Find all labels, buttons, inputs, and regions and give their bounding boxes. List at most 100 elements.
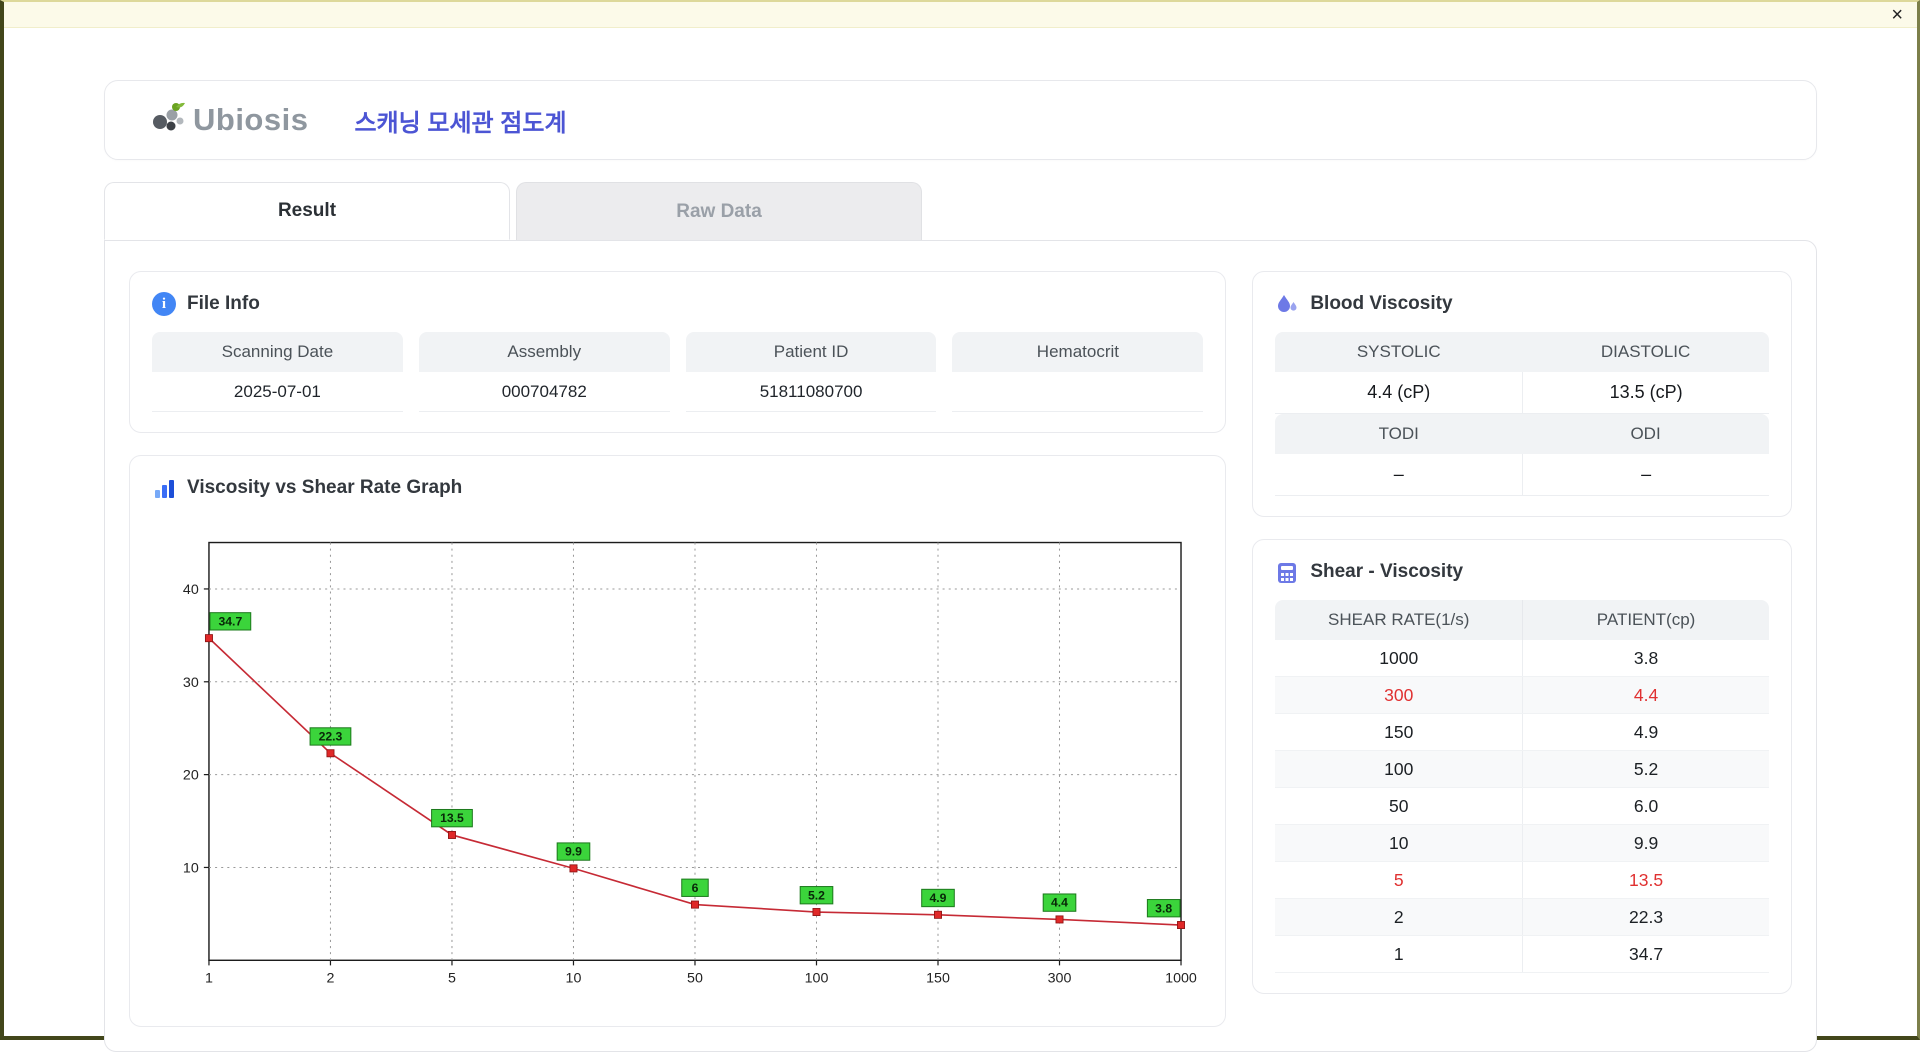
- svg-text:10: 10: [566, 971, 582, 987]
- bv-header-row-1: SYSTOLIC DIASTOLIC: [1275, 332, 1769, 372]
- odi-value: –: [1522, 454, 1769, 496]
- field-patient-id: Patient ID 51811080700: [685, 332, 937, 412]
- field-scanning-date: Scanning Date 2025-07-01: [152, 332, 403, 412]
- title-bar: ×: [4, 2, 1917, 28]
- svg-text:4.4: 4.4: [1051, 896, 1068, 910]
- bv-value-row-1: 4.4 (cP) 13.5 (cP): [1275, 372, 1769, 414]
- shear-rate-cell: 50: [1389, 795, 1409, 816]
- calculator-icon: [1275, 560, 1299, 584]
- svg-text:150: 150: [926, 971, 950, 987]
- diastolic-value: 13.5 (cP): [1522, 372, 1769, 414]
- bv-value-row-2: – –: [1275, 454, 1769, 496]
- shear-rate-cell: 5: [1393, 869, 1404, 890]
- chart-wrap: 10 20 30 40 1 2 5 10 50 100 150 300 1000 34.7 22.3 13.5…: [152, 514, 1203, 1006]
- svg-text:40: 40: [183, 582, 199, 598]
- viscosity-chart: 10 20 30 40 1 2 5 10 50 100 150 300 1000 34.7 22.3 13.5…: [183, 541, 1197, 987]
- blood-viscosity-card: Blood Viscosity SYSTOLIC DIASTOLIC 4.4 (…: [1252, 271, 1792, 517]
- svg-text:22.3: 22.3: [319, 730, 343, 744]
- svg-text:2: 2: [326, 971, 334, 987]
- shear-rate-cell: 10: [1389, 832, 1409, 853]
- blood-viscosity-grid: SYSTOLIC DIASTOLIC 4.4 (cP) 13.5 (cP) TO…: [1275, 332, 1769, 496]
- field-hematocrit: Hematocrit: [952, 332, 1204, 412]
- file-info-card: i File Info Scanning Date 2025-07-01 Ass…: [129, 271, 1227, 433]
- shear-rate-cell: 1: [1393, 943, 1404, 964]
- shear-table-row: 1000 3.8: [1275, 640, 1769, 677]
- left-column: i File Info Scanning Date 2025-07-01 Ass…: [129, 271, 1227, 1028]
- graph-title: Viscosity vs Shear Rate Graph: [187, 477, 463, 498]
- shear-table-row: 50 6.0: [1275, 788, 1769, 825]
- todi-value: –: [1275, 454, 1523, 496]
- blood-viscosity-title-row: Blood Viscosity: [1275, 292, 1769, 316]
- patient-viscosity-cell: 13.5: [1522, 862, 1769, 898]
- shear-rate-cell: 100: [1384, 758, 1414, 779]
- shear-table-header: SHEAR RATE(1/s) PATIENT(cp): [1275, 600, 1769, 640]
- logo-icon: [147, 100, 187, 141]
- svg-text:50: 50: [687, 971, 703, 987]
- shear-table-row: 1 34.7: [1275, 936, 1769, 973]
- svg-text:9.9: 9.9: [565, 845, 582, 859]
- svg-text:10: 10: [183, 861, 199, 877]
- shear-rate-cell: 2: [1393, 906, 1404, 927]
- shear-viscosity-card: Shear - Viscosity SHEAR RATE(1/s) PATIEN…: [1252, 539, 1792, 994]
- droplet-icon: [1275, 292, 1299, 316]
- patient-viscosity-cell: 3.8: [1522, 640, 1769, 676]
- file-info-title-row: i File Info: [152, 292, 1203, 316]
- shear-viscosity-title-row: Shear - Viscosity: [1275, 560, 1769, 584]
- graph-card: Viscosity vs Shear Rate Graph 10 20 30 40 1 2…: [129, 455, 1227, 1028]
- patient-viscosity-cell: 4.4: [1522, 677, 1769, 713]
- patient-viscosity-cell: 6.0: [1522, 788, 1769, 824]
- shear-table-row: 2 22.3: [1275, 899, 1769, 936]
- patient-viscosity-cell: 9.9: [1522, 825, 1769, 861]
- field-value: 000704782: [418, 372, 670, 412]
- patient-viscosity-cell: 34.7: [1522, 936, 1769, 972]
- svg-text:1000: 1000: [1165, 971, 1197, 987]
- svg-text:300: 300: [1048, 971, 1072, 987]
- page-title: 스캐닝 모세관 점도계: [354, 109, 567, 137]
- systolic-label: SYSTOLIC: [1275, 332, 1523, 372]
- shear-rate-cell: 300: [1384, 684, 1414, 705]
- shear-table-row: 10 9.9: [1275, 825, 1769, 862]
- right-column: Blood Viscosity SYSTOLIC DIASTOLIC 4.4 (…: [1252, 271, 1792, 1027]
- shear-rate-cell: 150: [1384, 721, 1414, 742]
- svg-text:6: 6: [692, 881, 699, 895]
- field-label: Scanning Date: [152, 332, 403, 372]
- patient-viscosity-cell: 22.3: [1522, 899, 1769, 935]
- app-header: Ubiosis 스캐닝 모세관 점도계: [104, 80, 1817, 160]
- shear-table: SHEAR RATE(1/s) PATIENT(cp) 1000 3.8 300 4.…: [1275, 600, 1769, 973]
- odi-label: ODI: [1522, 414, 1769, 454]
- shear-table-row: 300 4.4: [1275, 677, 1769, 714]
- field-assembly: Assembly 000704782: [418, 332, 670, 412]
- blood-viscosity-title: Blood Viscosity: [1310, 293, 1453, 314]
- result-panel: i File Info Scanning Date 2025-07-01 Ass…: [104, 240, 1817, 1052]
- patient-viscosity-cell: 5.2: [1522, 751, 1769, 787]
- field-value: 2025-07-01: [152, 372, 403, 412]
- patient-column-header: PATIENT(cp): [1522, 600, 1769, 640]
- shear-rate-column-header: SHEAR RATE(1/s): [1328, 610, 1470, 629]
- shear-table-row: 100 5.2: [1275, 751, 1769, 788]
- file-info-title: File Info: [187, 293, 260, 314]
- field-value: [952, 372, 1204, 412]
- svg-text:30: 30: [183, 675, 199, 691]
- systolic-value: 4.4 (cP): [1275, 372, 1523, 414]
- file-info-fields: Scanning Date 2025-07-01 Assembly 000704…: [152, 332, 1204, 412]
- shear-rate-cell: 1000: [1379, 647, 1419, 668]
- bv-header-row-2: TODI ODI: [1275, 414, 1769, 454]
- svg-text:1: 1: [205, 971, 213, 987]
- tab-result[interactable]: Result: [104, 182, 510, 240]
- shear-table-body: 1000 3.8 300 4.4 150 4.9 100 5.2 50 6.0 10 9.9 5 13.5…: [1275, 640, 1769, 973]
- logo-text: Ubiosis: [193, 102, 309, 137]
- svg-text:20: 20: [183, 768, 199, 784]
- tab-raw-data[interactable]: Raw Data: [516, 182, 922, 240]
- svg-text:100: 100: [805, 971, 829, 987]
- svg-text:5: 5: [448, 971, 456, 987]
- shear-table-row: 150 4.9: [1275, 714, 1769, 751]
- shear-table-row: 5 13.5: [1275, 862, 1769, 899]
- svg-text:34.7: 34.7: [218, 614, 242, 628]
- svg-text:13.5: 13.5: [440, 811, 464, 825]
- svg-text:5.2: 5.2: [808, 888, 825, 902]
- app-window: × Ubiosis 스캐닝 모세관 점도계 Result Raw Data i …: [0, 0, 1920, 1052]
- shear-viscosity-title: Shear - Viscosity: [1310, 561, 1464, 582]
- logo: Ubiosis: [147, 100, 308, 141]
- field-value: 51811080700: [685, 372, 937, 412]
- close-icon[interactable]: ×: [1891, 5, 1903, 25]
